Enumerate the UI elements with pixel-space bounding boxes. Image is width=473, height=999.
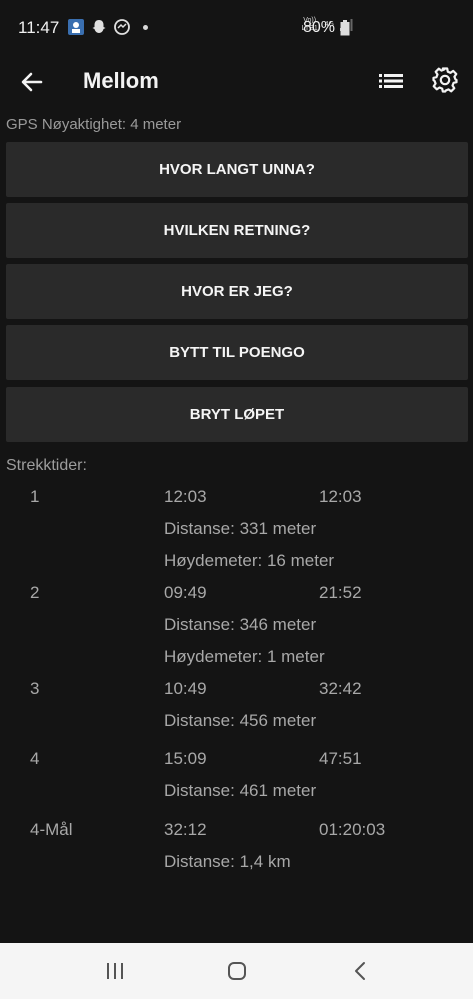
status-bar: 11:47 Vo)) LTE1 4G 80% [0, 0, 473, 56]
battery-percent: 80% [303, 19, 336, 36]
leg-total-time: 32:42 [319, 679, 362, 698]
leg-distance: Distanse: 461 meter [164, 781, 317, 800]
page-title: Mellom [83, 68, 159, 93]
leg-total-time: 01:20:03 [319, 820, 386, 839]
back-arrow-icon[interactable] [16, 66, 48, 98]
battery-icon [340, 20, 350, 36]
status-time: 11:47 [18, 18, 60, 37]
leg-number: 2 [30, 583, 40, 602]
leg-climb: Høydemeter: 1 meter [164, 647, 325, 666]
leg-split-time: 09:49 [164, 583, 207, 602]
gps-accuracy: GPS Nøyaktighet: 4 meter [6, 116, 182, 133]
home-icon[interactable] [227, 961, 247, 981]
app-bar: Mellom [0, 56, 473, 108]
leg-number: 4-Mål [30, 820, 73, 839]
switch-to-poengo-button[interactable]: BYTT TIL POENGO [6, 325, 468, 380]
splits-header: Strekktider: [6, 457, 87, 474]
list-icon[interactable] [376, 66, 406, 96]
leg-distance: Distanse: 456 meter [164, 711, 317, 730]
recent-apps-icon[interactable] [104, 962, 126, 980]
snapchat-icon [92, 20, 106, 33]
leg-split-time: 32:12 [164, 820, 207, 839]
leg-distance: Distanse: 346 meter [164, 615, 317, 634]
messenger-icon [114, 19, 130, 35]
leg-climb: Høydemeter: 16 meter [164, 551, 335, 570]
leg-total-time: 47:51 [319, 749, 362, 768]
how-far-button[interactable]: HVOR LANGT UNNA? [6, 142, 468, 197]
leg-split-time: 10:49 [164, 679, 207, 698]
notification-icons [67, 18, 148, 36]
abort-race-button[interactable]: BRYT LØPET [6, 387, 468, 442]
gear-icon[interactable] [430, 65, 460, 95]
system-navigation-bar [0, 943, 473, 999]
leg-total-time: 21:52 [319, 583, 362, 602]
where-am-i-button[interactable]: HVOR ER JEG? [6, 264, 468, 319]
which-direction-button[interactable]: HVILKEN RETNING? [6, 203, 468, 258]
leg-split-time: 15:09 [164, 749, 207, 768]
leg-split-time: 12:03 [164, 487, 207, 506]
app-notification-icon [68, 19, 84, 35]
leg-distance: Distanse: 331 meter [164, 519, 317, 538]
leg-total-time: 12:03 [319, 487, 362, 506]
leg-number: 1 [30, 487, 40, 506]
more-notifications-dot [143, 24, 148, 30]
leg-number: 3 [30, 679, 40, 698]
system-back-icon[interactable] [353, 961, 367, 981]
leg-distance: Distanse: 1,4 km [164, 852, 291, 871]
leg-number: 4 [30, 749, 40, 768]
